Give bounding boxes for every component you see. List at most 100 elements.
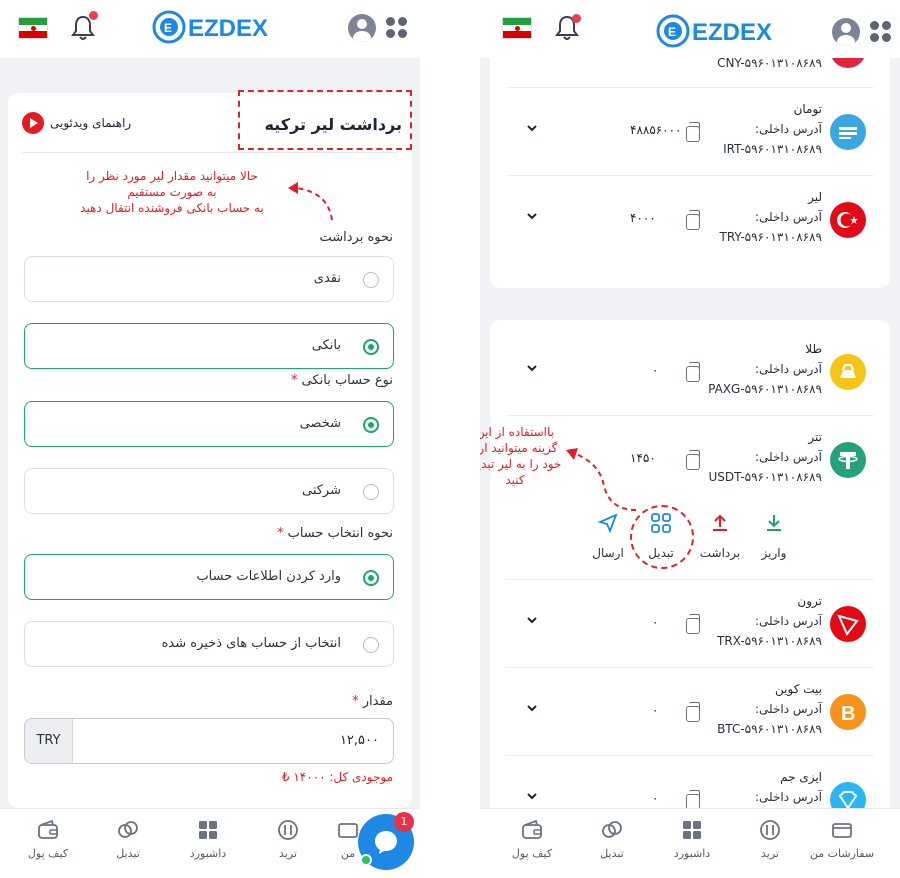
copy-icon[interactable]: [686, 614, 700, 634]
chevron-down-icon[interactable]: [526, 702, 538, 714]
withdraw-lira-screen: E EZDEX برداشت لیر ترکیه راهنمای ویدئویی…: [0, 0, 420, 878]
address-label: آدرس داخلی:: [754, 210, 822, 224]
nav-convert[interactable]: تبدیل: [86, 819, 170, 860]
chevron-down-icon[interactable]: [526, 614, 538, 626]
wallet-balance: ۴۰۰۰: [630, 211, 656, 225]
annotation-arrow: [566, 448, 637, 511]
video-guide-link[interactable]: راهنمای ویدئویی: [22, 112, 131, 134]
avatar-icon[interactable]: [832, 18, 860, 46]
option-cash[interactable]: نقدی: [24, 256, 394, 302]
nav-convert[interactable]: تبدیل: [570, 819, 654, 860]
svg-text:E: E: [668, 25, 676, 39]
withdraw-button[interactable]: برداشت: [692, 508, 748, 560]
nav-label: تبدیل: [116, 847, 140, 860]
radio-checked-icon: [363, 570, 379, 586]
online-dot: [360, 854, 372, 866]
avatar-icon[interactable]: [348, 14, 376, 42]
label-text: نوع حساب بانکی: [301, 373, 393, 388]
gold-coin-icon: [830, 354, 866, 390]
amount-input[interactable]: TRY ۱۲,۵۰۰: [24, 718, 394, 764]
tron-coin-icon: [830, 606, 866, 642]
wallet-row[interactable]: B بیت کوین آدرس داخلی: BTC-۵۹۶۰۱۳۱۰۸۶۸۹ …: [506, 668, 874, 756]
notification-dot: [89, 11, 98, 20]
notification-dot: [572, 14, 581, 23]
nav-wallet[interactable]: کیف پول: [6, 819, 90, 860]
radio-icon: [363, 637, 379, 653]
radio-checked-icon: [363, 339, 379, 355]
annotation-line: بااستفاده از این: [480, 425, 554, 439]
wallet-row[interactable]: تومان آدرس داخلی: IRT-۵۹۶۰۱۳۱۰۸۶۸۹ ۴۸۸۵۶…: [506, 88, 874, 176]
page-title: برداشت لیر ترکیه: [264, 115, 402, 134]
option-bank[interactable]: بانکی: [24, 323, 394, 369]
option-personal[interactable]: شخصی: [24, 401, 394, 447]
wallet-name: بیت کوین: [775, 682, 822, 696]
iran-flag-icon[interactable]: [502, 17, 532, 39]
required-mark: *: [352, 694, 359, 709]
tether-coin-icon: [830, 442, 866, 478]
amount-value: ۱۲,۵۰۰: [339, 733, 379, 748]
label-text: نحوه انتخاب حساب: [287, 526, 393, 541]
copy-icon[interactable]: [686, 362, 700, 382]
required-mark: *: [276, 526, 284, 541]
wallet-icon: [38, 819, 58, 839]
apps-grid-icon[interactable]: [870, 21, 892, 43]
option-saved-accounts[interactable]: انتخاب از حساب های ذخیره شده: [24, 621, 394, 667]
option-label: شخصی: [299, 416, 341, 431]
ezdex-logo[interactable]: E EZDEX: [152, 10, 280, 44]
nav-dashboard[interactable]: داشبورد: [166, 819, 250, 860]
wallet-balance: ۰: [652, 703, 659, 717]
currency-addon: TRY: [25, 719, 73, 763]
iran-flag-icon[interactable]: [18, 17, 48, 39]
bitcoin-coin-icon: B: [830, 694, 866, 730]
nav-trade[interactable]: ترید: [728, 819, 812, 860]
wallet-name: طلا: [805, 342, 822, 356]
address-label: آدرس داخلی:: [754, 702, 822, 716]
copy-icon[interactable]: [686, 450, 700, 470]
crypto-wallet-card: طلا آدرس داخلی: PAXG-۵۹۶۰۱۳۱۰۸۶۸۹ ۰ تتر …: [490, 320, 890, 878]
copy-icon[interactable]: [686, 210, 700, 230]
chevron-down-icon[interactable]: [526, 362, 538, 374]
copy-icon[interactable]: [686, 122, 700, 142]
nav-wallet[interactable]: کیف پول: [490, 819, 574, 860]
option-corporate[interactable]: شرکتی: [24, 468, 394, 514]
wallet-row[interactable]: ترون آدرس داخلی: TRX-۵۹۶۰۱۳۱۰۸۶۸۹ ۰: [506, 580, 874, 668]
address-label: آدرس داخلی:: [754, 362, 822, 376]
withdraw-method-label: نحوه برداشت: [319, 230, 393, 245]
ezdex-logo[interactable]: E EZDEX: [656, 14, 784, 48]
option-label: بانکی: [311, 338, 341, 353]
panel-gap: [420, 0, 480, 878]
svg-text:B: B: [841, 703, 855, 725]
wallet-address: BTC-۵۹۶۰۱۳۱۰۸۶۸۹: [717, 722, 822, 736]
nav-orders[interactable]: سفارشات من: [800, 819, 884, 860]
turkey-flag-icon: [830, 202, 866, 238]
chevron-down-icon[interactable]: [526, 210, 538, 222]
radio-checked-icon: [363, 417, 379, 433]
wallet-name: ایزی جم: [780, 770, 822, 784]
address-label: آدرس داخلی:: [754, 122, 822, 136]
convert-highlight-circle: [630, 505, 694, 569]
address-label: آدرس داخلی:: [754, 790, 822, 804]
copy-icon[interactable]: [686, 702, 700, 722]
deposit-button[interactable]: واریز: [746, 508, 802, 560]
dashboard-icon: [199, 821, 217, 839]
wallet-row[interactable]: طلا آدرس داخلی: PAXG-۵۹۶۰۱۳۱۰۸۶۸۹ ۰: [506, 328, 874, 416]
option-label: وارد کردن اطلاعات حساب: [196, 569, 341, 584]
trade-icon: [278, 820, 298, 840]
option-enter-account[interactable]: وارد کردن اطلاعات حساب: [24, 554, 394, 600]
bottom-nav: سفارشات من ترید داشبورد تبدیل کیف پول: [480, 808, 900, 878]
withdraw-icon: [713, 514, 727, 531]
wallet-address: USDT-۵۹۶۰۱۳۱۰۸۶۸۹: [708, 470, 822, 484]
wallet-balance: ۰: [652, 363, 659, 377]
bottom-nav: کیف پول تبدیل داشبورد ترید من: [0, 808, 420, 878]
chevron-down-icon[interactable]: [526, 790, 538, 802]
orders-icon: [832, 823, 852, 838]
nav-label: داشبورد: [189, 847, 227, 860]
wallet-screen: CNY-۵۹۶۰۱۳۱۰۸۶۸۹ تومان آدرس داخلی: IRT-۵…: [480, 0, 900, 878]
apps-grid-icon[interactable]: [386, 17, 408, 39]
chevron-down-icon[interactable]: [526, 122, 538, 134]
wallet-row[interactable]: لیر آدرس داخلی: TRY-۵۹۶۰۱۳۱۰۸۶۸۹ ۴۰۰۰: [506, 176, 874, 264]
convert-icon: [602, 821, 622, 838]
wallet-name: تومان: [793, 102, 822, 116]
deposit-icon: [767, 515, 781, 531]
nav-dashboard[interactable]: داشبورد: [650, 819, 734, 860]
